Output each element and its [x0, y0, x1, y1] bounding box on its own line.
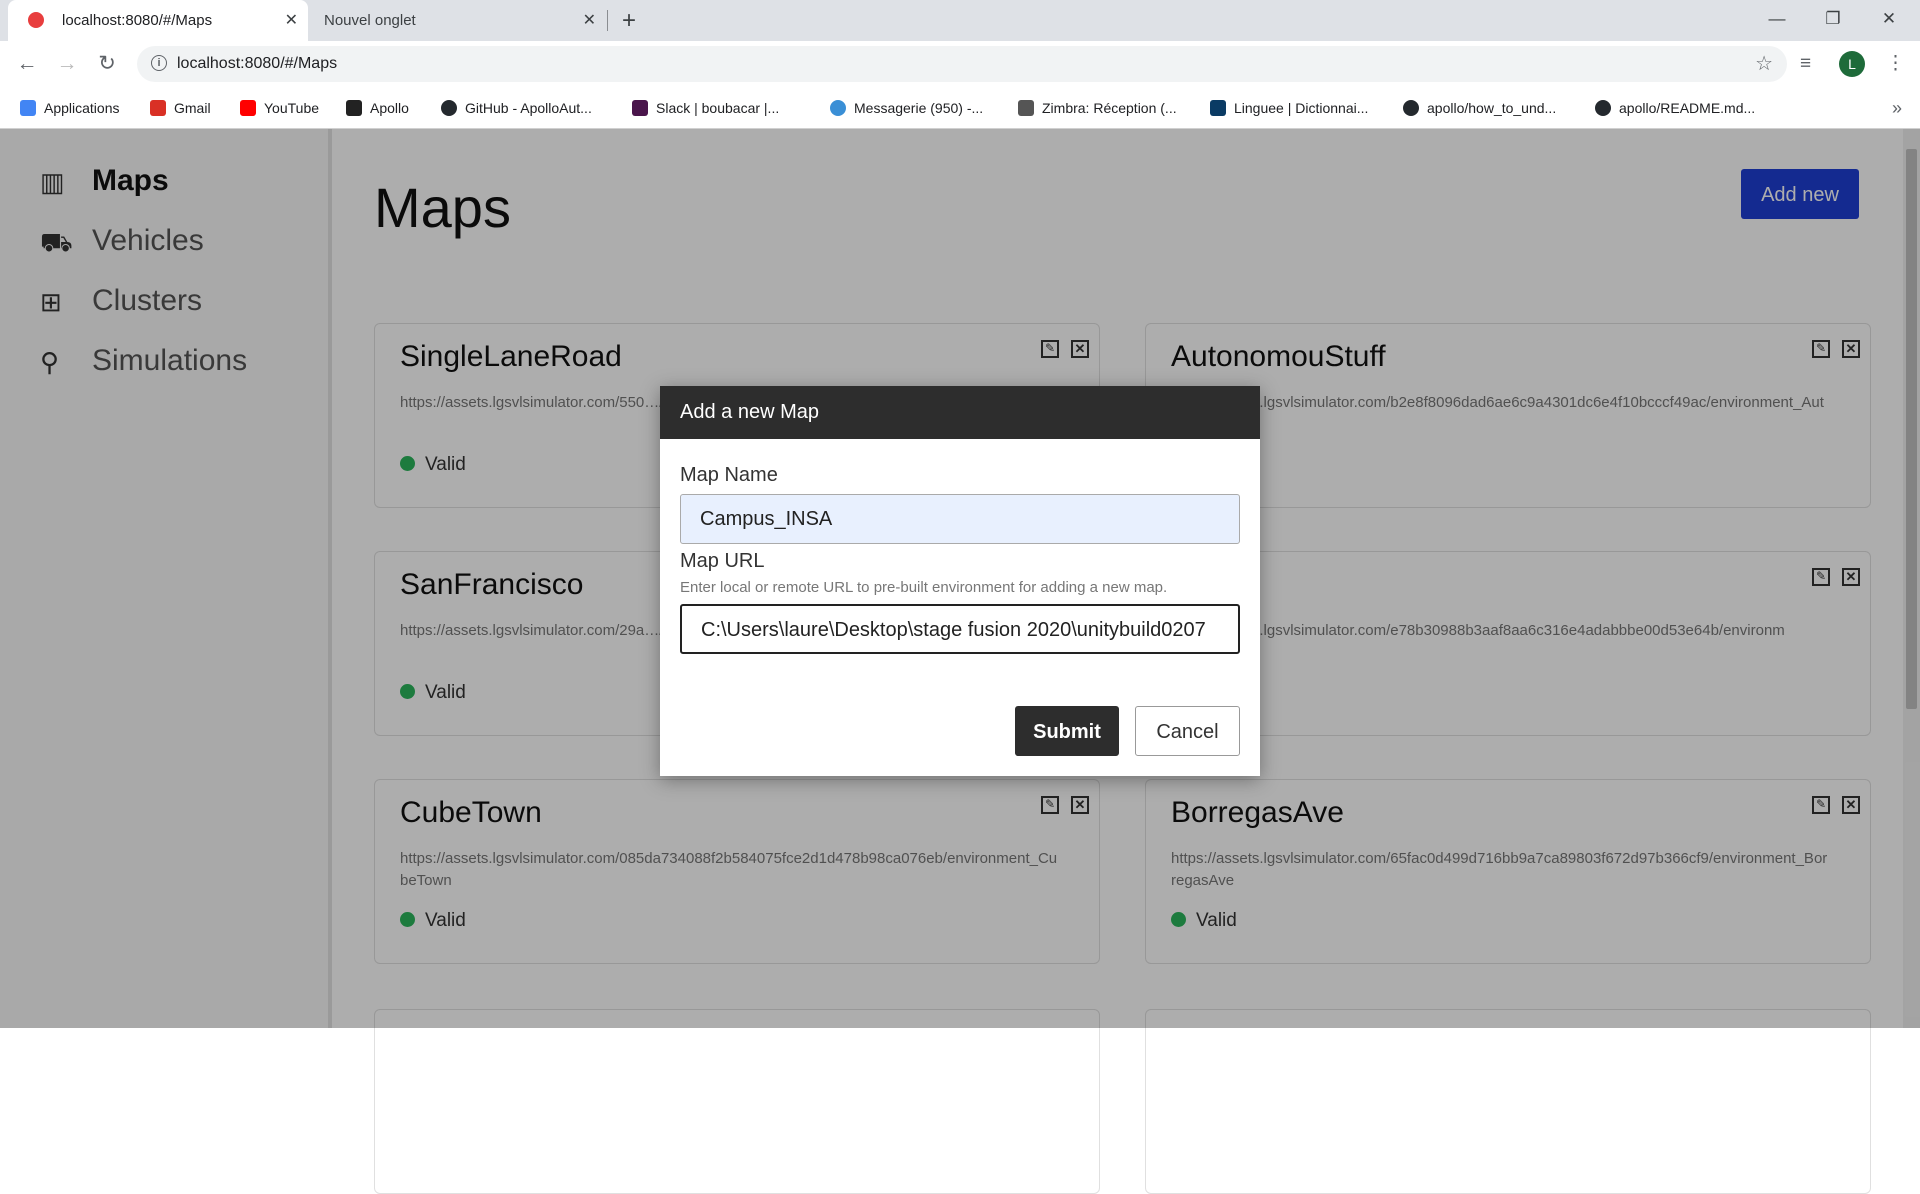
site-info-icon[interactable]: i — [151, 55, 167, 71]
back-arrow-icon[interactable]: ← — [12, 49, 42, 79]
bookmark-apollo-how-to[interactable]: apollo/how_to_und... — [1403, 88, 1556, 128]
github-icon — [1403, 100, 1419, 116]
zimbra-icon — [1018, 100, 1034, 116]
github-icon — [1595, 100, 1611, 116]
map-url-label: Map URL — [680, 550, 765, 572]
bookmark-linguee[interactable]: Linguee | Dictionnai... — [1210, 88, 1368, 128]
tab-bar: localhost:8080/#/Maps ✕ Nouvel onglet ✕ … — [0, 0, 1920, 41]
bookmark-gmail[interactable]: Gmail — [150, 88, 211, 128]
map-card — [374, 1009, 1100, 1194]
address-url[interactable]: localhost:8080/#/Maps — [177, 46, 337, 82]
dialog-title: Add a new Map — [660, 386, 1260, 439]
close-window-icon[interactable]: ✕ — [1866, 0, 1912, 41]
restore-icon[interactable]: ❐ — [1810, 0, 1856, 41]
more-bookmarks-icon[interactable]: » — [1892, 88, 1902, 128]
profile-avatar[interactable]: L — [1839, 51, 1865, 77]
browser-menu-icon[interactable]: ⋮ — [1886, 50, 1905, 78]
forward-arrow-icon[interactable]: → — [52, 49, 82, 79]
bookmark-messagerie[interactable]: Messagerie (950) -... — [830, 88, 983, 128]
media-control-icon[interactable]: ≡ — [1800, 50, 1811, 78]
bookmark-zimbra[interactable]: Zimbra: Réception (... — [1018, 88, 1177, 128]
map-card — [1145, 1009, 1871, 1194]
reload-icon[interactable]: ↻ — [92, 49, 122, 79]
bookmark-youtube[interactable]: YouTube — [240, 88, 319, 128]
gmail-icon — [150, 100, 166, 116]
tab-title: localhost:8080/#/Maps — [62, 12, 213, 29]
mail-icon — [830, 100, 846, 116]
close-tab-icon[interactable]: ✕ — [285, 0, 298, 41]
bookmarks-bar: Applications Gmail YouTube Apollo GitHub… — [0, 88, 1920, 129]
submit-button[interactable]: Submit — [1015, 706, 1119, 756]
tab-maps[interactable]: localhost:8080/#/Maps ✕ — [8, 0, 308, 41]
browser-toolbar: ← → ↻ i localhost:8080/#/Maps ☆ ≡ ⋮ — [0, 41, 1920, 88]
new-tab-button[interactable]: + — [622, 0, 636, 41]
map-name-label: Map Name — [680, 464, 778, 486]
add-map-dialog: Add a new Map Map Name Campus_INSA Map U… — [660, 386, 1260, 776]
youtube-icon — [240, 100, 256, 116]
map-url-input[interactable]: C:\Users\laure\Desktop\stage fusion 2020… — [680, 604, 1240, 654]
bookmark-applications[interactable]: Applications — [20, 88, 120, 128]
bookmark-github-apollo[interactable]: GitHub - ApolloAut... — [441, 88, 592, 128]
map-url-help: Enter local or remote URL to pre-built e… — [680, 579, 1168, 596]
tab-separator — [607, 10, 608, 31]
address-bar[interactable]: i localhost:8080/#/Maps ☆ — [137, 46, 1787, 82]
linguee-icon — [1210, 100, 1226, 116]
bookmark-slack[interactable]: Slack | boubacar |... — [632, 88, 779, 128]
tab-new-tab[interactable]: Nouvel onglet ✕ — [310, 0, 606, 41]
apollo-icon — [346, 100, 362, 116]
minimize-icon[interactable]: — — [1754, 0, 1800, 41]
slack-icon — [632, 100, 648, 116]
bookmark-apollo[interactable]: Apollo — [346, 88, 409, 128]
apps-grid-icon — [20, 100, 36, 116]
tab-title: Nouvel onglet — [324, 12, 416, 29]
github-icon — [441, 100, 457, 116]
bookmark-star-icon[interactable]: ☆ — [1755, 46, 1773, 82]
simulator-favicon-icon — [28, 12, 44, 28]
map-name-input[interactable]: Campus_INSA — [680, 494, 1240, 544]
close-tab-icon[interactable]: ✕ — [583, 0, 596, 41]
bookmark-apollo-readme[interactable]: apollo/README.md... — [1595, 88, 1755, 128]
cancel-button[interactable]: Cancel — [1135, 706, 1240, 756]
